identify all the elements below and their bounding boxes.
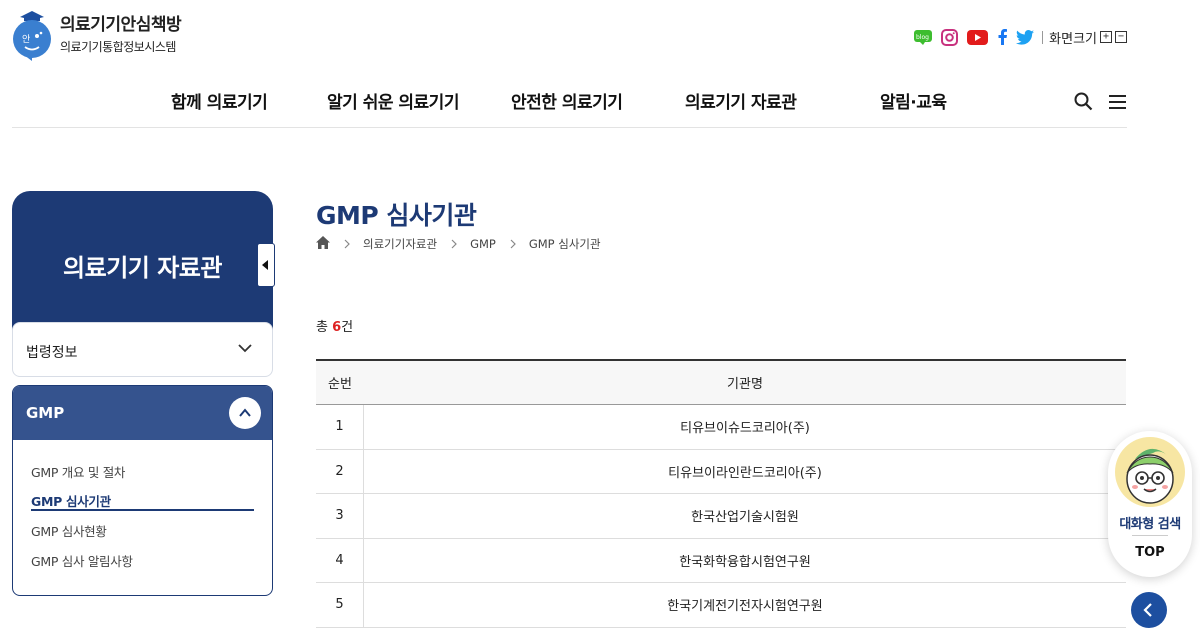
sidebar-header: 의료기기 자료관 [12,191,273,341]
chevron-down-icon [237,340,253,360]
header-divider [12,127,1127,128]
table-row: 3 한국산업기술시험원 [316,494,1126,539]
facebook-icon[interactable] [996,28,1008,46]
svg-text:blog: blog [916,34,929,41]
cell-agency-name[interactable]: 한국기계전기전자시험연구원 [364,583,1126,627]
blog-icon[interactable]: blog [914,28,933,46]
table-body: 1 티유브이슈드코리아(주) 2 티유브이라인란드코리아(주) 3 한국산업기술시험원 4 한… [316,405,1126,628]
column-header-number: 순번 [328,377,352,392]
cell-agency-name[interactable]: 한국화학융합시험연구원 [364,539,1126,583]
main-nav: 함께 의료기기 알기 쉬운 의료기기 안전한 의료기기 의료기기 자료관 알림·… [0,88,1200,113]
sidebar: 의료기기 자료관 [12,191,273,341]
search-icon[interactable] [1074,92,1093,115]
cell-agency-name[interactable]: 티유브이슈드코리아(주) [364,405,1126,449]
cell-number: 4 [316,538,364,582]
total-number: 6 [332,320,342,335]
cell-number: 5 [316,583,364,627]
chatbot-mascot-icon[interactable] [1115,437,1185,507]
font-size-decrease-button[interactable]: − [1115,31,1127,43]
cell-agency-name[interactable]: 한국산업기술시험원 [364,494,1126,538]
sidebar-subitem-gmp-overview[interactable]: GMP 개요 및 절차 [31,462,125,481]
chevron-right-icon [451,239,457,249]
logo-title: 의료기기안심책방 [60,15,182,35]
table-row: 2 티유브이라인란드코리아(주) [316,449,1126,494]
twitter-icon[interactable] [1016,28,1035,46]
column-header-agency: 기관명 [727,377,763,392]
home-icon[interactable] [316,236,330,252]
sidebar-section-law[interactable]: 법령정보 [12,322,273,377]
nav-item-notice-edu[interactable]: 알림·교육 [880,88,947,113]
svg-text:안: 안 [22,34,30,45]
breadcrumb-item[interactable]: GMP [470,237,496,251]
cell-agency-name[interactable]: 티유브이라인란드코리아(주) [364,450,1126,494]
menu-icon[interactable] [1109,94,1126,113]
font-size-increase-button[interactable]: + [1100,31,1112,43]
logo-mascot-icon: 안 [10,9,54,61]
chevron-right-icon [344,239,350,249]
total-count: 총 6건 [316,316,353,335]
chat-search-label[interactable]: 대화형 검색 [1108,513,1192,532]
utility-divider [1042,30,1044,44]
sidebar-section-label: 법령정보 [26,345,78,361]
table-row: 5 한국기계전기전자시험연구원 [316,583,1126,628]
cell-number: 1 [316,405,364,449]
chevron-up-icon[interactable] [229,397,261,429]
breadcrumb: 의료기기자료관 GMP GMP 심사기관 [316,236,601,252]
table-row: 4 한국화학융합시험연구원 [316,538,1126,583]
utility-bar: blog 화면크기 + − [906,26,1127,48]
sidebar-subitem-gmp-notices[interactable]: GMP 심사 알림사항 [31,551,133,570]
chevron-right-icon [510,239,516,249]
agency-table: 순번 기관명 1 티유브이슈드코리아(주) 2 티유브이라인란드코리아(주) 3 한국산업… [316,359,1126,628]
site-header: 안 의료기기안심책방 의료기기통합정보시스템 blog 화면크기 + − 함께 … [0,0,1200,128]
page-title: GMP 심사기관 [316,201,477,230]
sidebar-collapse-button[interactable] [257,243,275,287]
table-row: 1 티유브이슈드코리아(주) [316,405,1126,450]
breadcrumb-current: GMP 심사기관 [528,237,601,251]
total-prefix: 총 [316,320,328,335]
instagram-icon[interactable] [940,28,958,46]
nav-item-archive[interactable]: 의료기기 자료관 [685,88,797,113]
nav-item-safe[interactable]: 안전한 의료기기 [511,88,623,113]
scroll-top-button[interactable]: TOP [1108,545,1192,560]
sidebar-subitem-gmp-agencies[interactable]: GMP 심사기관 [31,491,111,510]
sidebar-title: 의료기기 자료관 [63,254,222,282]
floating-divider [1132,535,1168,536]
nav-item-together[interactable]: 함께 의료기기 [171,88,268,113]
youtube-icon[interactable] [966,28,988,46]
floating-quick-menu: 대화형 검색 TOP [1108,431,1192,577]
logo-subtitle: 의료기기통합정보시스템 [60,40,176,54]
total-suffix: 건 [341,320,354,335]
sidebar-section-gmp: GMP GMP 개요 및 절차 GMP 심사기관 GMP 심사현황 GMP 심사… [12,385,273,596]
font-size-label: 화면크기 [1049,31,1097,47]
site-logo[interactable]: 안 의료기기안심책방 의료기기통합정보시스템 [10,9,182,61]
sidebar-subitem-gmp-status[interactable]: GMP 심사현황 [31,521,107,540]
breadcrumb-item[interactable]: 의료기기자료관 [363,236,437,252]
sidebar-section-gmp-header[interactable]: GMP [13,386,272,440]
table-header: 순번 기관명 [316,361,1126,405]
cell-number: 2 [316,449,364,493]
chevron-left-icon[interactable] [1131,592,1167,628]
cell-number: 3 [316,494,364,538]
nav-item-easy[interactable]: 알기 쉬운 의료기기 [327,88,459,113]
sidebar-section-label: GMP [26,404,65,422]
active-subitem-underline [31,509,254,511]
